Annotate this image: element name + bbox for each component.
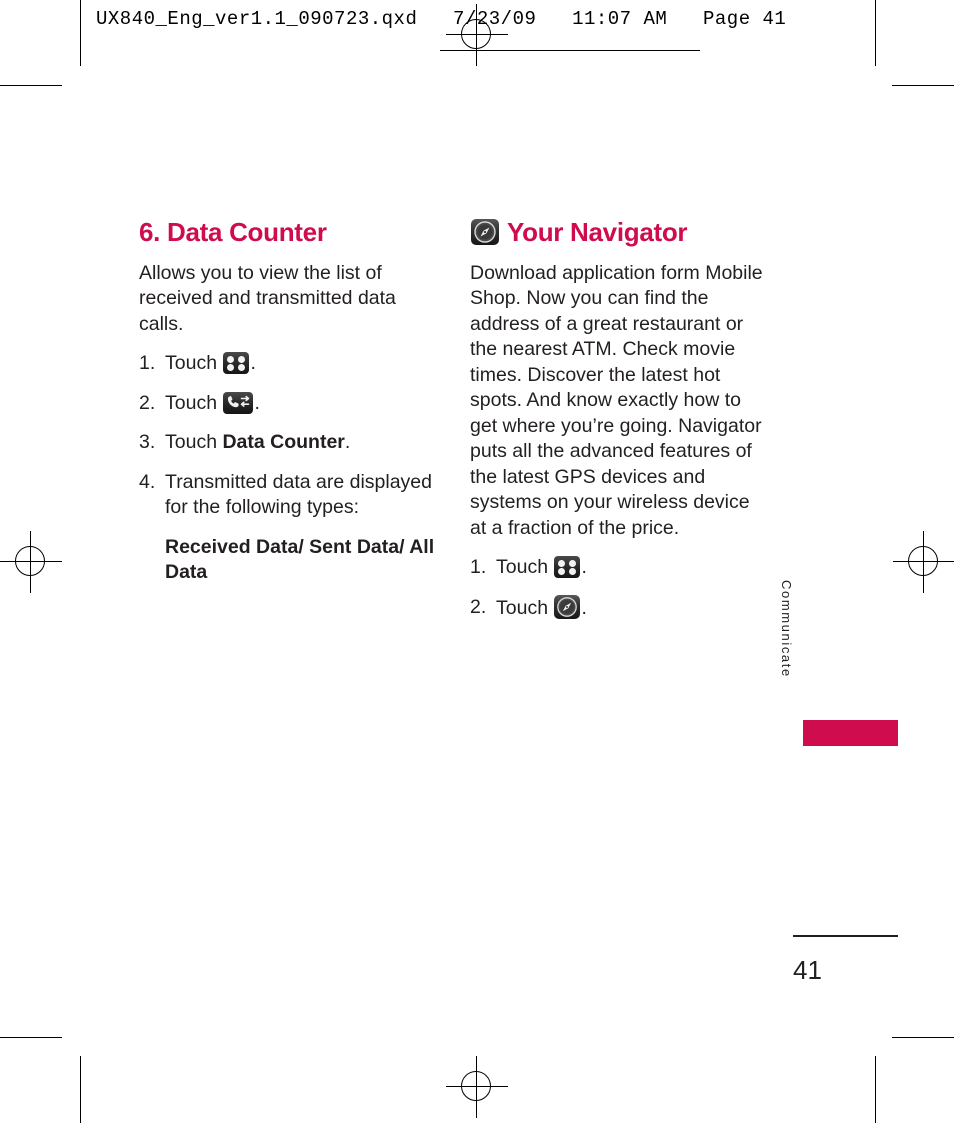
- step-number: 1.: [139, 352, 156, 375]
- step-number: 1.: [470, 556, 487, 579]
- grid-icon: [223, 352, 250, 375]
- left-step-list: 1. Touch . 2. Touch . 3. Touch Data Coun…: [139, 351, 444, 521]
- step-period: .: [581, 596, 587, 619]
- calls-icon: [223, 391, 254, 414]
- step-number: 2.: [470, 595, 487, 618]
- step-number: 4.: [139, 470, 156, 493]
- step-text: Touch: [165, 352, 223, 375]
- step-text: Touch: [165, 391, 223, 414]
- step-period: .: [344, 431, 351, 454]
- step-text: Touch: [496, 556, 554, 579]
- list-item: 1. Touch .: [470, 555, 770, 581]
- list-item: 4. Transmitted data are displayed for th…: [139, 470, 444, 521]
- right-column: Your Navigator Download application form…: [470, 218, 770, 635]
- right-section-heading: Your Navigator: [470, 218, 770, 247]
- right-body-paragraph: Download application form Mobile Shop. N…: [470, 261, 763, 539]
- compass-icon: [471, 219, 499, 246]
- page-number: 41: [793, 955, 822, 985]
- left-section-heading: 6. Data Counter: [139, 218, 444, 247]
- step-period: .: [581, 556, 587, 579]
- data-types-note: Received Data/ Sent Data/ All Data: [165, 535, 435, 584]
- footer-divider: [793, 935, 898, 937]
- list-item: 1. Touch .: [139, 351, 444, 377]
- step-number: 3.: [139, 431, 156, 454]
- side-tab-marker: [803, 720, 898, 746]
- left-column: 6. Data Counter Allows you to view the l…: [139, 218, 444, 586]
- right-step-list: 1. Touch . 2. Touch .: [470, 555, 770, 621]
- left-intro-paragraph: Allows you to view the list of received …: [139, 261, 396, 335]
- step-text: Transmitted data are displayed for the f…: [165, 470, 433, 519]
- list-item: 3. Touch Data Counter.: [139, 430, 444, 456]
- step-period: .: [254, 391, 260, 414]
- side-tab-label: Communicate: [779, 580, 794, 678]
- grid-icon: [554, 556, 581, 579]
- step-text: Touch: [165, 431, 223, 454]
- step-text: Touch: [496, 596, 554, 619]
- compass-icon: [554, 594, 581, 619]
- step-number: 2.: [139, 391, 156, 414]
- left-heading-text: 6. Data Counter: [139, 217, 327, 247]
- step-emphasis: Data Counter: [222, 431, 345, 454]
- list-item: 2. Touch .: [470, 594, 770, 622]
- step-period: .: [250, 352, 256, 375]
- list-item: 2. Touch .: [139, 391, 444, 417]
- right-heading-text: Your Navigator: [507, 217, 688, 247]
- page-content: 6. Data Counter Allows you to view the l…: [0, 0, 954, 1123]
